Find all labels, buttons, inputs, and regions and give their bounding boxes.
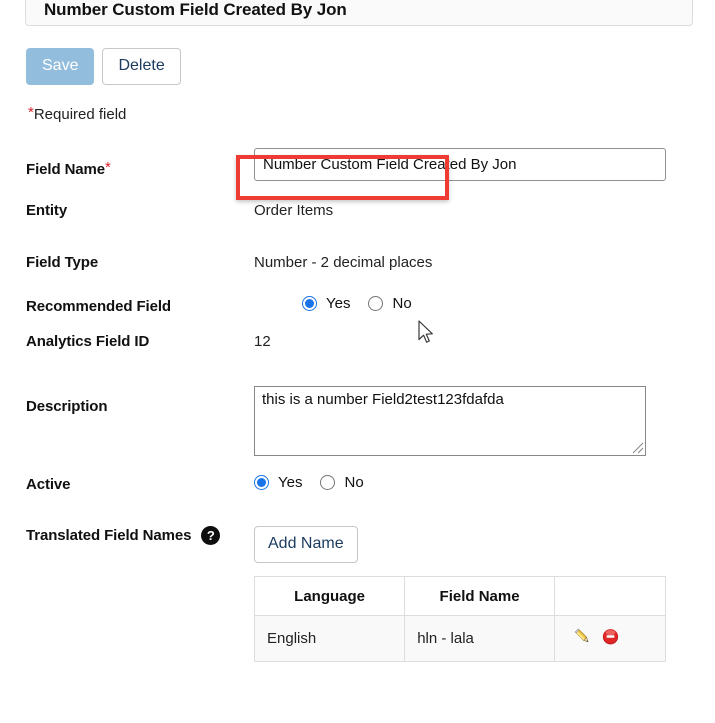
entity-value: Order Items xyxy=(254,202,334,219)
cell-actions xyxy=(553,615,667,662)
recommended-field-value: Yes No xyxy=(254,287,715,312)
table-row: English hln - lala xyxy=(253,615,667,662)
recommended-field-no-radio[interactable] xyxy=(368,296,384,311)
description-textarea-wrap xyxy=(254,386,646,456)
delete-icon[interactable] xyxy=(601,627,620,650)
field-name-label: Field Name* xyxy=(0,148,254,178)
required-note-text: Required field xyxy=(33,106,127,123)
field-type-value: Number - 2 decimal places xyxy=(254,254,433,271)
field-name-label-text: Field Name xyxy=(26,161,106,178)
active-radio-group: Yes No xyxy=(254,474,715,491)
analytics-field-id-value: 12 xyxy=(254,333,271,350)
edit-pencil-icon[interactable] xyxy=(573,627,592,650)
form-toolbar: Save Delete xyxy=(26,48,181,85)
description-row: Description xyxy=(0,386,715,474)
help-icon[interactable]: ? xyxy=(201,526,221,545)
analytics-field-id-row: Analytics Field ID 12 xyxy=(0,333,715,386)
field-type-label: Field Type xyxy=(26,254,99,271)
active-yes-radio[interactable] xyxy=(254,475,269,490)
field-name-required-asterisk: * xyxy=(105,159,111,176)
active-value: Yes No xyxy=(254,474,715,491)
active-row: Active Yes No xyxy=(0,474,715,526)
active-no-label[interactable]: No xyxy=(344,474,363,491)
recommended-field-row: Recommended Field Yes No xyxy=(0,287,715,333)
entity-label: Entity xyxy=(26,202,68,219)
translated-field-names-label: Translated Field Names ? xyxy=(0,526,254,545)
description-value xyxy=(254,386,715,456)
delete-button[interactable]: Delete xyxy=(102,48,181,85)
table-header-row: Language Field Name xyxy=(253,576,667,616)
description-textarea[interactable] xyxy=(254,386,646,456)
entity-row: Entity Order Items xyxy=(0,200,715,254)
table-body: English hln - lala xyxy=(253,615,667,662)
required-field-note: *Required field xyxy=(28,105,127,123)
recommended-field-yes-label[interactable]: Yes xyxy=(326,295,350,312)
add-name-button[interactable]: Add Name xyxy=(254,526,358,563)
active-yes-label[interactable]: Yes xyxy=(278,474,302,491)
save-button[interactable]: Save xyxy=(26,48,95,85)
table-head: Language Field Name xyxy=(253,576,667,616)
recommended-field-yes-radio[interactable] xyxy=(302,296,317,311)
recommended-field-label: Recommended Field xyxy=(26,298,171,315)
column-header-language: Language xyxy=(253,576,406,616)
field-name-input[interactable] xyxy=(254,148,666,181)
page-title: Number Custom Field Created By Jon xyxy=(44,0,347,19)
field-name-value xyxy=(254,148,715,181)
recommended-field-radio-group: Yes No xyxy=(254,287,715,312)
recommended-field-no-label[interactable]: No xyxy=(392,295,411,312)
column-header-field-name: Field Name xyxy=(404,576,555,616)
field-type-row: Field Type Number - 2 decimal places xyxy=(0,254,715,287)
cell-language: English xyxy=(253,615,406,662)
translated-field-names-row: Translated Field Names ? Add Name Langua… xyxy=(0,526,715,662)
cell-field-name: hln - lala xyxy=(404,615,555,662)
column-header-actions xyxy=(553,576,667,616)
analytics-field-id-label: Analytics Field ID xyxy=(26,333,150,350)
description-label: Description xyxy=(26,398,108,415)
active-no-radio[interactable] xyxy=(320,475,336,490)
active-label: Active xyxy=(26,476,71,493)
custom-field-form: Field Name* Entity Order Items Field Typ… xyxy=(0,148,715,662)
translated-field-names-body: Add Name Language Field Name English hln… xyxy=(253,526,715,662)
panel-header: Number Custom Field Created By Jon xyxy=(25,0,693,26)
translated-field-names-label-text: Translated Field Names xyxy=(26,527,192,544)
translated-field-names-table: Language Field Name English hln - lala xyxy=(253,576,667,662)
field-name-row: Field Name* xyxy=(0,148,715,200)
